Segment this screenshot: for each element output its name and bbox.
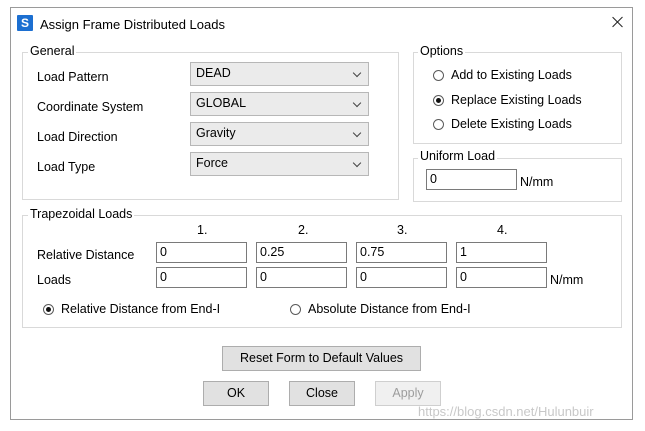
load-type-value: Force (196, 156, 228, 170)
replace-existing-radio[interactable] (433, 95, 444, 106)
relative-distance-input-3[interactable]: 0.75 (356, 242, 447, 263)
coordinate-system-value: GLOBAL (196, 96, 247, 110)
absolute-distance-radio[interactable] (290, 304, 301, 315)
column-header-3: 3. (397, 223, 408, 237)
loads-label: Loads (37, 273, 72, 287)
relative-distance-option-label[interactable]: Relative Distance from End-I (61, 302, 220, 316)
absolute-distance-option-label[interactable]: Absolute Distance from End-I (308, 302, 471, 316)
watermark-text: https://blog.csdn.net/Hulunbuir (418, 404, 594, 419)
load-type-label: Load Type (37, 160, 96, 174)
chevron-down-icon (352, 68, 362, 78)
ok-button[interactable]: OK (203, 381, 269, 406)
app-icon: S (17, 15, 33, 31)
relative-distance-input-2[interactable]: 0.25 (256, 242, 347, 263)
load-input-2[interactable]: 0 (256, 267, 347, 288)
load-direction-label: Load Direction (37, 130, 118, 144)
load-input-3[interactable]: 0 (356, 267, 447, 288)
loads-unit: N/mm (550, 273, 584, 287)
column-header-4: 4. (497, 223, 508, 237)
load-pattern-value: DEAD (196, 66, 231, 80)
coordinate-system-label: Coordinate System (37, 100, 144, 114)
load-pattern-select[interactable]: DEAD (190, 62, 369, 86)
trapezoidal-group-title: Trapezoidal Loads (28, 207, 135, 221)
load-direction-select[interactable]: Gravity (190, 122, 369, 146)
delete-existing-radio[interactable] (433, 119, 444, 130)
chevron-down-icon (352, 128, 362, 138)
load-direction-value: Gravity (196, 126, 236, 140)
load-type-select[interactable]: Force (190, 152, 369, 176)
apply-button[interactable]: Apply (375, 381, 441, 406)
reset-defaults-button[interactable]: Reset Form to Default Values (222, 346, 421, 371)
relative-distance-input-4[interactable]: 1 (456, 242, 547, 263)
uniform-load-input[interactable]: 0 (426, 169, 517, 190)
load-pattern-label: Load Pattern (37, 70, 109, 84)
relative-distance-label: Relative Distance (37, 248, 135, 262)
options-group-title: Options (418, 44, 466, 58)
uniform-load-title: Uniform Load (418, 149, 498, 163)
load-input-1[interactable]: 0 (156, 267, 247, 288)
replace-existing-label[interactable]: Replace Existing Loads (451, 93, 582, 107)
general-group-title: General (28, 44, 77, 58)
column-header-2: 2. (298, 223, 309, 237)
load-input-4[interactable]: 0 (456, 267, 547, 288)
close-icon[interactable] (610, 14, 626, 30)
relative-distance-input-1[interactable]: 0 (156, 242, 247, 263)
chevron-down-icon (352, 98, 362, 108)
delete-existing-label[interactable]: Delete Existing Loads (451, 117, 572, 131)
add-existing-radio[interactable] (433, 70, 444, 81)
close-button[interactable]: Close (289, 381, 355, 406)
add-existing-label[interactable]: Add to Existing Loads (451, 68, 572, 82)
coordinate-system-select[interactable]: GLOBAL (190, 92, 369, 116)
relative-distance-radio[interactable] (43, 304, 54, 315)
uniform-load-unit: N/mm (520, 175, 554, 189)
column-header-1: 1. (197, 223, 208, 237)
dialog-title: Assign Frame Distributed Loads (40, 17, 225, 32)
chevron-down-icon (352, 158, 362, 168)
